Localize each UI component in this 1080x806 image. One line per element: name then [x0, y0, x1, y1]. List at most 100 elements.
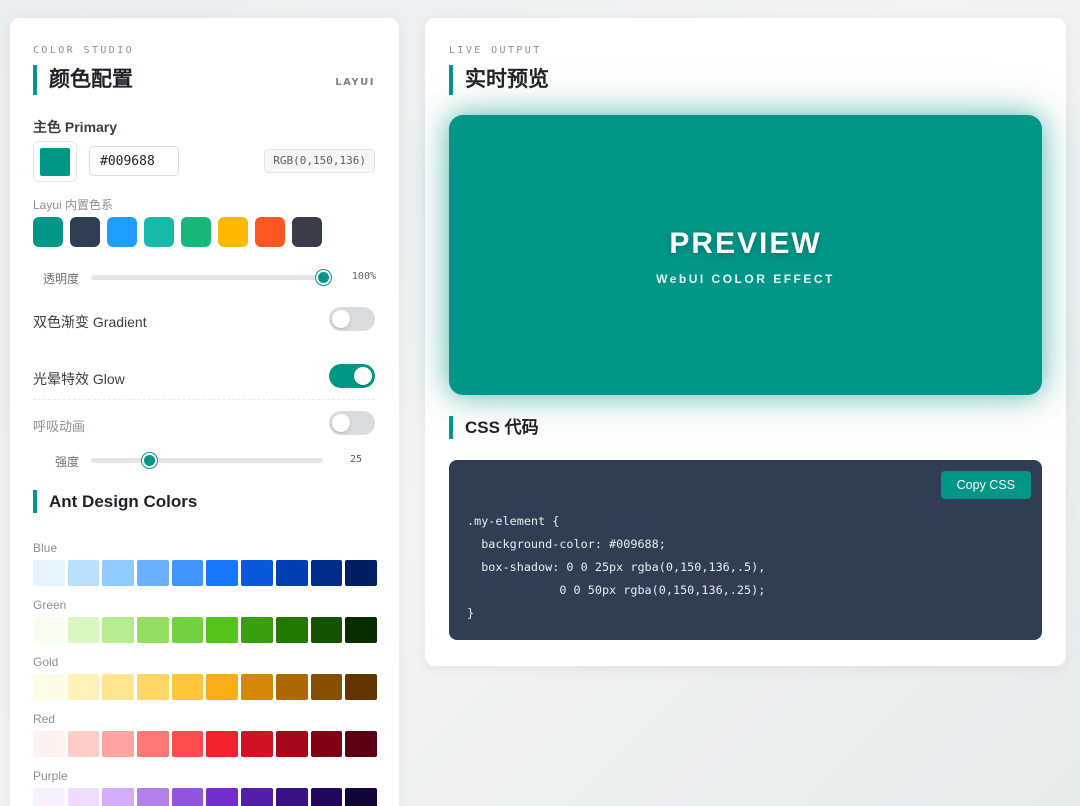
gradient-label: 双色渐变 Gradient: [33, 314, 147, 330]
palette-chip-6[interactable]: [255, 217, 285, 247]
ramp-swatch-green-10[interactable]: [345, 617, 377, 643]
ramp-swatch-blue-5[interactable]: [171, 560, 204, 586]
divider: [33, 399, 375, 400]
ramp-swatch-gold-2[interactable]: [67, 674, 100, 700]
breath-toggle-row: 呼吸动画: [33, 411, 375, 437]
ramp-swatch-blue-2[interactable]: [67, 560, 100, 586]
ramp-blue: [33, 560, 377, 586]
gradient-toggle-row: 双色渐变 Gradient: [33, 307, 375, 333]
color-picker-button[interactable]: [33, 141, 77, 182]
live-output-panel: LIVE OUTPUT 实时预览 PREVIEW WebUI COLOR EFF…: [425, 18, 1066, 666]
strength-label: 强度: [55, 455, 80, 469]
ramp-swatch-red-6[interactable]: [206, 731, 239, 757]
current-color-swatch: [40, 148, 70, 176]
ramp-swatch-purple-2[interactable]: [67, 788, 100, 806]
ramp-swatch-green-1[interactable]: [33, 617, 65, 643]
ramp-swatch-green-9[interactable]: [310, 617, 343, 643]
strength-value: 25: [349, 454, 362, 465]
color-config-panel: COLOR STUDIO 颜色配置 LAYUI 主色 Primary RGB(0…: [10, 18, 399, 806]
ramp-swatch-purple-4[interactable]: [137, 788, 169, 806]
ramp-green: [33, 617, 377, 643]
palette-chip-4[interactable]: [181, 217, 211, 247]
palette-chip-5[interactable]: [218, 217, 248, 247]
ramp-name-green: Green: [33, 598, 67, 612]
ramp-swatch-gold-8[interactable]: [275, 674, 308, 700]
palette-chip-0[interactable]: [33, 217, 63, 247]
ramp-swatch-purple-3[interactable]: [102, 788, 135, 806]
ramp-swatch-purple-5[interactable]: [171, 788, 204, 806]
ramp-swatch-green-5[interactable]: [171, 617, 204, 643]
output-title: 实时预览: [449, 65, 549, 95]
opacity-slider-row: 透明度 100%: [33, 267, 376, 287]
ramp-swatch-blue-1[interactable]: [33, 560, 65, 586]
ramp-swatch-blue-7[interactable]: [241, 560, 273, 586]
ramp-swatch-purple-6[interactable]: [206, 788, 239, 806]
breath-switch[interactable]: [329, 411, 375, 435]
ramp-swatch-gold-10[interactable]: [345, 674, 377, 700]
copy-css-button[interactable]: Copy CSS: [940, 471, 1031, 499]
opacity-slider-handle[interactable]: [315, 270, 331, 285]
strength-slider-row: 强度 25: [33, 450, 376, 470]
preview-card: PREVIEW WebUI COLOR EFFECT: [449, 115, 1042, 395]
ramp-swatch-blue-9[interactable]: [310, 560, 343, 586]
ramp-purple: [33, 788, 377, 806]
strength-slider-handle[interactable]: [141, 453, 157, 468]
ramp-swatch-purple-7[interactable]: [241, 788, 273, 806]
ramp-swatch-purple-8[interactable]: [275, 788, 308, 806]
palette-chip-3[interactable]: [144, 217, 174, 247]
strength-slider-track[interactable]: [91, 458, 323, 463]
ramp-swatch-blue-3[interactable]: [102, 560, 135, 586]
gradient-switch[interactable]: [329, 307, 375, 331]
palette-chip-2[interactable]: [107, 217, 137, 247]
css-code-block: Copy CSS .my-element { background-color:…: [449, 460, 1042, 640]
rgb-badge: RGB(0,150,136): [264, 149, 375, 173]
breath-label: 呼吸动画: [33, 419, 86, 434]
ramp-swatch-blue-4[interactable]: [137, 560, 169, 586]
ramp-swatch-green-7[interactable]: [241, 617, 273, 643]
glow-toggle-row: 光晕特效 Glow: [33, 364, 375, 390]
ramp-swatch-blue-10[interactable]: [345, 560, 377, 586]
ramp-name-blue: Blue: [33, 541, 58, 555]
glow-switch[interactable]: [329, 364, 375, 388]
ramp-swatch-red-10[interactable]: [345, 731, 377, 757]
ramp-swatch-green-2[interactable]: [67, 617, 100, 643]
ramp-swatch-purple-9[interactable]: [310, 788, 343, 806]
ramp-swatch-red-7[interactable]: [241, 731, 273, 757]
ramp-swatch-green-4[interactable]: [137, 617, 169, 643]
ant-design-title: Ant Design Colors: [33, 490, 197, 513]
opacity-value: 100%: [351, 271, 376, 282]
builtin-palette: [33, 217, 322, 247]
ramp-swatch-red-4[interactable]: [137, 731, 169, 757]
ramp-swatch-green-8[interactable]: [275, 617, 308, 643]
ramp-swatch-gold-5[interactable]: [171, 674, 204, 700]
ramp-swatch-blue-6[interactable]: [206, 560, 239, 586]
ramp-swatch-red-8[interactable]: [275, 731, 308, 757]
ramp-swatch-gold-9[interactable]: [310, 674, 343, 700]
ramp-swatch-red-1[interactable]: [33, 731, 65, 757]
ramp-swatch-gold-1[interactable]: [33, 674, 65, 700]
ramp-gold: [33, 674, 377, 700]
opacity-slider-track[interactable]: [91, 275, 323, 280]
ramp-swatch-gold-4[interactable]: [137, 674, 169, 700]
ramp-swatch-red-5[interactable]: [171, 731, 204, 757]
ramp-swatch-green-3[interactable]: [102, 617, 135, 643]
ramp-swatch-gold-3[interactable]: [102, 674, 135, 700]
ramp-name-red: Red: [33, 712, 56, 726]
ramp-swatch-red-9[interactable]: [310, 731, 343, 757]
hex-input[interactable]: [89, 146, 179, 176]
builtin-palette-label: Layui 内置色系: [33, 198, 114, 212]
palette-chip-1[interactable]: [70, 217, 100, 247]
palette-chip-7[interactable]: [292, 217, 322, 247]
brand-label: LAYUI: [335, 77, 375, 88]
preview-subtitle: WebUI COLOR EFFECT: [656, 272, 835, 286]
ramp-swatch-gold-6[interactable]: [206, 674, 239, 700]
css-code-text: .my-element { background-color: #009688;…: [467, 514, 766, 620]
ramp-swatch-red-2[interactable]: [67, 731, 100, 757]
ramp-swatch-purple-10[interactable]: [345, 788, 377, 806]
ramp-swatch-green-6[interactable]: [206, 617, 239, 643]
ramp-swatch-purple-1[interactable]: [33, 788, 65, 806]
ramp-swatch-gold-7[interactable]: [241, 674, 273, 700]
ramp-swatch-red-3[interactable]: [102, 731, 135, 757]
panel-eyebrow: COLOR STUDIO: [33, 45, 135, 56]
ramp-swatch-blue-8[interactable]: [275, 560, 308, 586]
